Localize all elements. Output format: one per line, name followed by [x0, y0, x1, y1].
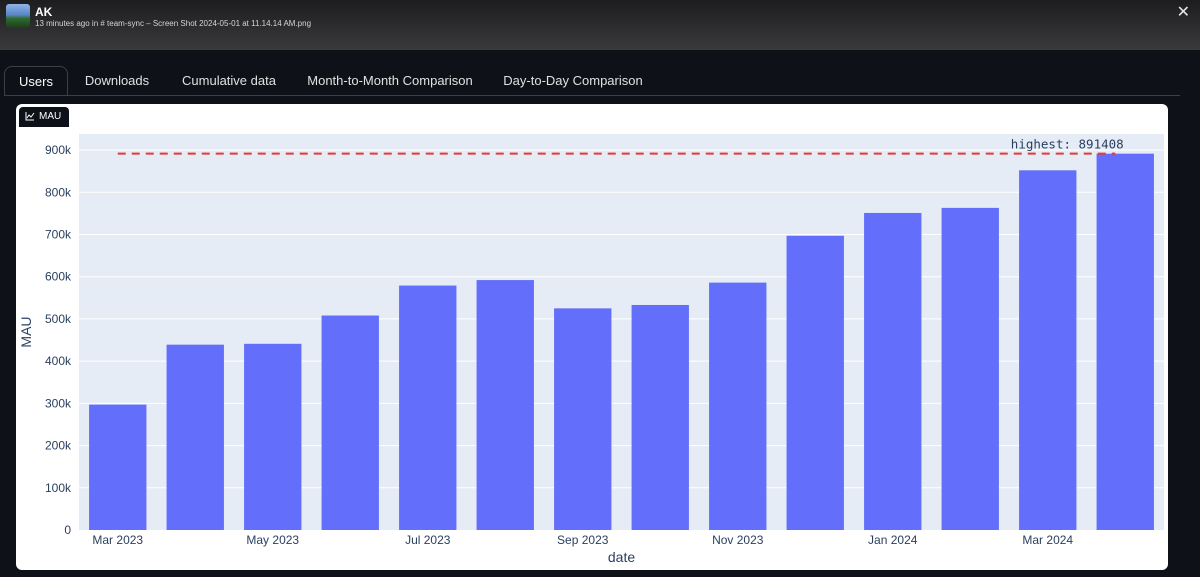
- plot-background: [79, 134, 1164, 530]
- x-tick-label: Jan 2024: [868, 533, 918, 547]
- close-button[interactable]: ✕: [1177, 2, 1190, 22]
- bar: [864, 212, 922, 530]
- chart-panel: 0 100k 200k 300k 400k 500k 600k 700k 800k 900k hig…: [16, 104, 1168, 570]
- x-tick-label: Nov 2023: [712, 533, 764, 547]
- bar: [321, 315, 379, 530]
- chart-chip[interactable]: MAU: [19, 107, 70, 127]
- y-tick-label: 800k: [45, 185, 72, 199]
- bar: [89, 404, 147, 530]
- y-tick-label: 500k: [45, 312, 72, 326]
- bar: [554, 308, 612, 530]
- x-tick-label: Mar 2024: [1022, 533, 1073, 547]
- bar: [786, 235, 844, 530]
- y-tick-label: 600k: [45, 270, 72, 284]
- x-tick-label: Sep 2023: [557, 533, 609, 547]
- x-axis-title: date: [608, 549, 635, 565]
- bar: [1096, 153, 1154, 530]
- x-tick-label: Jul 2023: [405, 533, 451, 547]
- y-axis-title: MAU: [18, 316, 34, 347]
- x-tick-label: Mar 2023: [92, 533, 143, 547]
- bar: [1019, 170, 1077, 530]
- bar: [941, 207, 999, 530]
- post-header: AK 13 minutes ago in # team-sync – Scree…: [0, 0, 1200, 50]
- avatar[interactable]: [6, 4, 30, 28]
- y-tick-label: 100k: [45, 481, 72, 495]
- tab-bar: Users Downloads Cumulative data Month-to…: [4, 66, 1180, 96]
- y-tick-label: 0: [64, 523, 71, 537]
- post-meta: 13 minutes ago in # team-sync – Screen S…: [35, 19, 312, 28]
- y-tick-label: 300k: [45, 396, 72, 410]
- tab-users[interactable]: Users: [4, 66, 68, 96]
- tab-cumulative-data[interactable]: Cumulative data: [174, 66, 284, 95]
- chart-chip-label: MAU: [39, 111, 62, 122]
- bar: [166, 344, 224, 530]
- y-tick-label: 700k: [45, 227, 72, 241]
- bar: [709, 282, 767, 530]
- bar: [476, 280, 534, 530]
- bar: [399, 285, 457, 530]
- line-chart-icon: [25, 112, 35, 121]
- mau-bar-chart: 0 100k 200k 300k 400k 500k 600k 700k 800k 900k hig…: [18, 134, 1164, 565]
- y-tick-label: 200k: [45, 439, 72, 453]
- bar: [631, 304, 689, 530]
- tab-month-to-month[interactable]: Month-to-Month Comparison: [300, 66, 480, 95]
- tab-divider: [4, 95, 1180, 96]
- y-tick-label: 400k: [45, 354, 72, 368]
- x-tick-label: May 2023: [246, 533, 299, 547]
- tab-day-to-day[interactable]: Day-to-Day Comparison: [498, 66, 648, 95]
- reference-line-label: highest: 891408: [1011, 137, 1124, 152]
- author-name[interactable]: AK: [35, 5, 52, 19]
- y-tick-label: 900k: [45, 143, 72, 157]
- tab-downloads[interactable]: Downloads: [76, 66, 158, 95]
- bar: [244, 343, 302, 530]
